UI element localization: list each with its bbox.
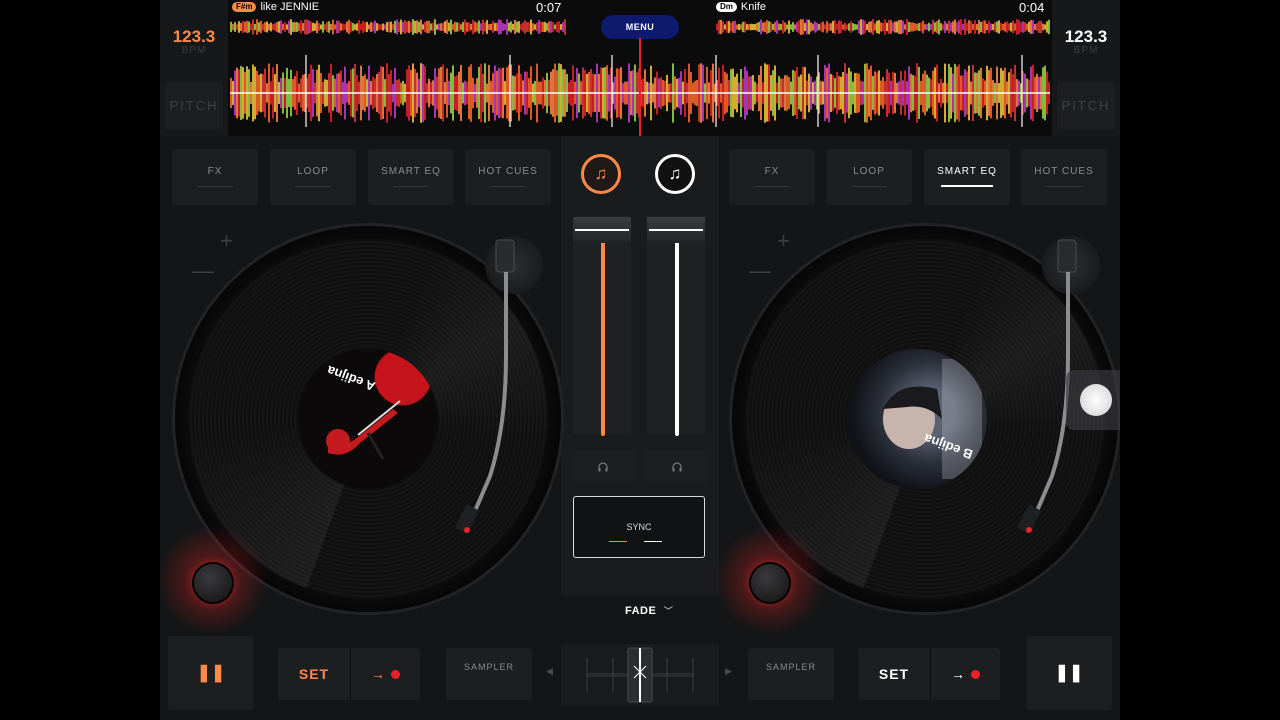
deck-b-loop-button[interactable]: LOOP: [826, 149, 912, 205]
dj-app: 123.3 BPM PITCH 123.3 BPM PITCH F#m like…: [160, 0, 1120, 720]
deck-a-pitch-minus-icon[interactable]: —: [192, 258, 214, 284]
deck-b-overview-waveform[interactable]: [716, 16, 1050, 38]
deck-b-cue-group: SET →: [858, 648, 1000, 700]
fade-mode-selector[interactable]: FADE ﹀: [625, 604, 673, 617]
deck-b-fx-button[interactable]: FX: [729, 149, 815, 205]
deck-b-play-pause-button[interactable]: ❚❚: [1026, 636, 1112, 710]
deck-a-jump-cue-button[interactable]: →: [351, 648, 420, 700]
deck-b-record-label: B edijna: [847, 349, 987, 489]
deck-a-smart-eq-button[interactable]: SMART EQ: [368, 149, 454, 205]
sync-label: SYNC: [626, 522, 652, 532]
fade-label: FADE: [625, 605, 657, 617]
deck-a-hot-cues-button[interactable]: HOT CUES: [465, 149, 551, 205]
deck-b-library-button[interactable]: ♫: [655, 154, 695, 194]
deck-b-pitch-plus-icon[interactable]: +: [777, 228, 790, 254]
music-note-plus-icon: ♫: [594, 164, 608, 183]
record-dot-icon: [391, 669, 400, 679]
deck-a-jog-knob[interactable]: [194, 564, 232, 602]
deck-b-track-info: Dm Knife: [716, 0, 766, 14]
assistive-touch-button[interactable]: [1066, 370, 1120, 430]
deck-b-smart-eq-button[interactable]: SMART EQ: [924, 149, 1010, 205]
deck-a-volume-level: [601, 241, 605, 436]
deck-b-hot-cues-button[interactable]: HOT CUES: [1021, 149, 1107, 205]
deck-a-time: 0:07: [536, 0, 562, 15]
deck-a-cue-group: SET →: [278, 648, 420, 700]
deck-b-volume-fader[interactable]: [647, 217, 705, 244]
sync-indicator-a: [609, 541, 627, 542]
deck-b-loop-label: LOOP: [853, 166, 885, 177]
deck-a-set-cue-button[interactable]: SET: [278, 648, 351, 700]
arrow-right-icon: →: [371, 666, 385, 682]
deck-a-loop-button[interactable]: LOOP: [270, 149, 356, 205]
deck-a-key-badge: F#m: [232, 2, 257, 12]
deck-a-smart-eq-label: SMART EQ: [381, 166, 441, 177]
headphones-icon: [598, 462, 608, 472]
deck-a-hot-cues-label: HOT CUES: [478, 166, 538, 177]
deck-b-time: 0:04: [1019, 0, 1045, 15]
crossfader-right-arrow-icon[interactable]: ▶: [725, 666, 732, 677]
headphones-icon: [672, 462, 682, 472]
deck-a-headphone-cue-button[interactable]: [570, 450, 636, 482]
mixer-column: ♫ ♫ SYNC: [561, 136, 719, 596]
deck-a-loop-label: LOOP: [297, 166, 329, 177]
deck-b-bpm: 123.3: [1064, 27, 1108, 46]
deck-b-cover-art: [883, 359, 982, 479]
deck-a-record-label: A edijna: [298, 349, 438, 489]
deck-b-jump-cue-button[interactable]: →: [931, 648, 1000, 700]
deck-b-bpm-label: BPM: [1073, 45, 1099, 56]
sync-indicator-b: [644, 541, 662, 542]
deck-a-fx-label: FX: [207, 166, 223, 177]
chevron-down-icon: ﹀: [663, 606, 674, 616]
deck-a-bpm: 123.3: [172, 27, 216, 46]
deck-b-key-badge: Dm: [716, 2, 737, 12]
deck-a-overview-waveform[interactable]: [230, 16, 566, 38]
deck-a-pitch-plus-icon[interactable]: +: [220, 228, 233, 254]
deck-a-bpm-label: BPM: [181, 45, 207, 56]
deck-a-volume-fader[interactable]: [573, 217, 631, 244]
deck-a-pitch-button[interactable]: PITCH: [165, 82, 223, 130]
crossfader-left-arrow-icon[interactable]: ◀: [546, 666, 553, 677]
deck-a-play-pause-button[interactable]: ❚❚: [168, 636, 254, 710]
deck-b-fx-label: FX: [764, 166, 780, 177]
deck-b-headphone-cue-button[interactable]: [644, 450, 710, 482]
sync-button[interactable]: SYNC: [573, 496, 705, 558]
pause-icon: ❚❚: [1054, 663, 1084, 682]
arrow-right-icon: →: [951, 666, 965, 682]
deck-b-info: 123.3 BPM PITCH: [1052, 0, 1120, 136]
deck-b-track-title: Knife: [740, 1, 766, 13]
deck-b-volume-level: [675, 241, 679, 436]
deck-b-jog-knob[interactable]: [751, 564, 789, 602]
music-note-plus-icon: ♫: [668, 164, 682, 183]
deck-b-hot-cues-label: HOT CUES: [1034, 166, 1094, 177]
deck-b-pitch-button[interactable]: PITCH: [1057, 82, 1115, 130]
crossfader[interactable]: [561, 644, 719, 706]
deck-b-pitch-minus-icon[interactable]: —: [749, 258, 771, 284]
deck-a-track-info: F#m like JENNIE: [232, 0, 319, 14]
pause-icon: ❚❚: [196, 663, 226, 682]
deck-a-tonearm[interactable]: [450, 236, 540, 546]
deck-a-fx-button[interactable]: FX: [172, 149, 258, 205]
record-dot-icon: [971, 669, 980, 679]
deck-a-sampler-button[interactable]: SAMPLER: [446, 648, 532, 700]
deck-a-library-button[interactable]: ♫: [581, 154, 621, 194]
deck-b-sampler-button[interactable]: SAMPLER: [748, 648, 834, 700]
menu-button[interactable]: MENU: [601, 15, 679, 39]
deck-a-track-title: like JENNIE: [260, 1, 320, 13]
playhead-marker: [639, 38, 641, 136]
waveform-panel: 123.3 BPM PITCH 123.3 BPM PITCH F#m like…: [160, 0, 1120, 136]
deck-a-cover-art: [326, 400, 401, 460]
deck-b-set-cue-button[interactable]: SET: [858, 648, 931, 700]
deck-a-info: 123.3 BPM PITCH: [160, 0, 228, 136]
deck-b-smart-eq-label: SMART EQ: [937, 166, 997, 177]
